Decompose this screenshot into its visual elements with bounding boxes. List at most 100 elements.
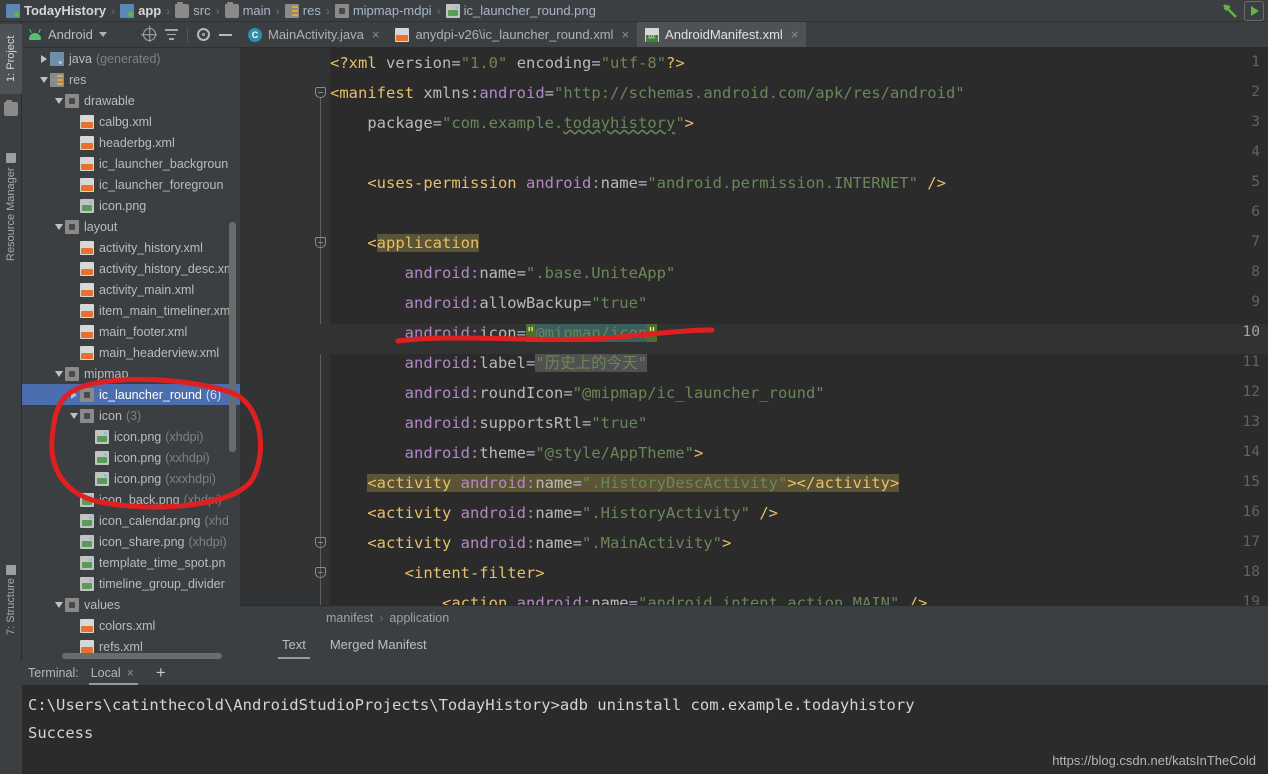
tree-horizontal-scrollbar[interactable] xyxy=(62,653,222,659)
mipmap-folder-icon xyxy=(80,387,94,402)
tree-vertical-scrollbar[interactable] xyxy=(229,222,236,452)
tree-row[interactable]: java (generated) xyxy=(22,48,240,69)
mipmap-folder-icon xyxy=(65,366,79,381)
code-line-15: <activity android:name=".HistoryDescActi… xyxy=(367,474,900,492)
target-icon[interactable] xyxy=(143,28,156,41)
gear-icon[interactable] xyxy=(197,28,210,41)
tree-item-label: activity_history_desc.xm xyxy=(99,261,235,276)
tree-row[interactable]: main_headerview.xml xyxy=(22,342,240,363)
terminal-tab-local[interactable]: Local × xyxy=(88,663,146,685)
close-icon[interactable]: × xyxy=(621,27,629,42)
breadcrumb-separator: › xyxy=(166,3,171,18)
editor-tab-androidmanifest-xml[interactable]: AndroidManifest.xml × xyxy=(637,22,807,47)
collapse-all-icon[interactable] xyxy=(165,28,178,41)
terminal-header: Terminal: Local × + xyxy=(22,661,1268,685)
tree-row[interactable]: mipmap xyxy=(22,363,240,384)
tree-row[interactable]: colors.xml xyxy=(22,615,240,636)
tree-row[interactable]: icon_share.png (xhdpi) xyxy=(22,531,240,552)
expand-arrow-icon[interactable] xyxy=(52,223,65,230)
minimize-icon[interactable] xyxy=(219,33,232,36)
tree-row[interactable]: drawable xyxy=(22,90,240,111)
xml-icon xyxy=(80,261,94,276)
png-icon xyxy=(80,534,94,549)
toolbar-right xyxy=(1220,0,1268,22)
tree-row[interactable]: activity_history.xml xyxy=(22,237,240,258)
close-icon[interactable]: × xyxy=(372,27,380,42)
breadcrumb: TodayHistory › app › src › main › res › … xyxy=(0,0,1268,22)
fold-marker[interactable] xyxy=(315,537,326,548)
breadcrumb-item-res[interactable]: res xyxy=(284,3,321,18)
code-content[interactable]: <?xml version="1.0" encoding="utf-8"?> <… xyxy=(330,48,1268,630)
tree-row[interactable]: icon (3) xyxy=(22,405,240,426)
run-button[interactable] xyxy=(1244,0,1264,21)
tree-item-label: activity_history.xml xyxy=(99,240,203,255)
tree-row[interactable]: headerbg.xml xyxy=(22,132,240,153)
code-editor[interactable]: 1 2 3 4 5 6 7 8 9 10 11 12 13 14 15 16 17 18 19 <?xml vers… xyxy=(240,48,1268,630)
tab-text[interactable]: Text xyxy=(270,631,318,659)
tree-row-selected[interactable]: ic_launcher_round (6) xyxy=(22,384,240,405)
expand-arrow-icon[interactable] xyxy=(52,97,65,104)
add-terminal-tab-icon[interactable]: + xyxy=(156,664,166,681)
tree-row[interactable]: icon.png (xxxhdpi) xyxy=(22,468,240,489)
breadcrumb-item-main[interactable]: main xyxy=(224,1,271,18)
editor-tab-anydpi-v26-ic-launcher-round-xml[interactable]: anydpi-v26\ic_launcher_round.xml × xyxy=(387,22,637,47)
tree-row[interactable]: activity_history_desc.xm xyxy=(22,258,240,279)
sidebar-item-project[interactable]: 1: Project xyxy=(0,24,22,94)
fold-marker[interactable] xyxy=(315,567,326,578)
fold-marker[interactable] xyxy=(315,87,326,98)
tree-item-qualifier: (xhdpi) xyxy=(188,534,227,549)
tree-row[interactable]: icon_back.png (xhdpi) xyxy=(22,489,240,510)
code-line-8: android:name=".base.UniteApp" xyxy=(404,264,676,282)
editor-breadcrumb-manifest[interactable]: manifest xyxy=(326,611,373,625)
tree-row[interactable]: calbg.xml xyxy=(22,111,240,132)
tree-item-label: item_main_timeliner.xm xyxy=(99,303,231,318)
editor-tab-mainactivity-java[interactable]: MainActivity.java × xyxy=(240,22,387,47)
tree-row[interactable]: template_time_spot.pn xyxy=(22,552,240,573)
tree-row[interactable]: icon.png xyxy=(22,195,240,216)
fold-marker[interactable] xyxy=(315,237,326,248)
tree-row[interactable]: icon_calendar.png (xhd xyxy=(22,510,240,531)
tab-merged-manifest[interactable]: Merged Manifest xyxy=(318,631,439,659)
tree-row[interactable]: main_footer.xml xyxy=(22,321,240,342)
tree-row[interactable]: activity_main.xml xyxy=(22,279,240,300)
editor-breadcrumb-application[interactable]: application xyxy=(389,611,449,625)
expand-arrow-icon[interactable] xyxy=(52,370,65,377)
tree-row[interactable]: values xyxy=(22,594,240,615)
tree-item-label: drawable xyxy=(84,93,135,108)
sidebar-item-structure[interactable]: 7: Structure xyxy=(0,550,22,650)
expand-arrow-icon[interactable] xyxy=(52,601,65,608)
tree-item-label: icon_calendar.png xyxy=(99,513,201,528)
tree-row[interactable]: ic_launcher_backgroun xyxy=(22,153,240,174)
breadcrumb-item-mipmap-mdpi[interactable]: mipmap-mdpi xyxy=(334,3,432,18)
breadcrumb-item-project[interactable]: TodayHistory xyxy=(6,3,106,18)
close-icon[interactable]: × xyxy=(791,27,799,42)
expand-arrow-icon[interactable] xyxy=(37,54,50,63)
tree-item-label: mipmap xyxy=(84,366,129,381)
project-view-selector-label[interactable]: Android xyxy=(48,27,93,42)
breadcrumb-separator: › xyxy=(215,3,220,18)
terminal-line-result: Success xyxy=(28,724,94,742)
tree-item-label: icon.png xyxy=(114,450,162,465)
breadcrumb-item-app[interactable]: app xyxy=(120,3,161,18)
tree-row[interactable]: icon.png (xxhdpi) xyxy=(22,447,240,468)
chevron-down-icon[interactable] xyxy=(98,32,107,37)
sidebar-item-resource-manager[interactable]: Resource Manager xyxy=(0,132,22,282)
project-file-tree[interactable]: java (generated) res drawable calbg.xml heade… xyxy=(22,48,240,661)
close-icon[interactable]: × xyxy=(127,666,134,680)
breadcrumb-item-src[interactable]: src xyxy=(175,1,211,18)
expand-arrow-icon[interactable] xyxy=(67,390,80,399)
tree-row[interactable]: icon.png (xhdpi) xyxy=(22,426,240,447)
tree-item-label: main_footer.xml xyxy=(99,324,188,339)
tree-row[interactable]: item_main_timeliner.xm xyxy=(22,300,240,321)
png-icon xyxy=(80,576,94,591)
tree-row[interactable]: layout xyxy=(22,216,240,237)
expand-arrow-icon[interactable] xyxy=(67,412,80,419)
build-hammer-icon[interactable] xyxy=(1220,1,1242,21)
tree-row[interactable]: ic_launcher_foregroun xyxy=(22,174,240,195)
tree-row[interactable]: timeline_group_divider xyxy=(22,573,240,594)
tree-item-label: layout xyxy=(84,219,118,234)
expand-arrow-icon[interactable] xyxy=(37,76,50,83)
breadcrumb-item-file[interactable]: ic_launcher_round.png xyxy=(445,3,596,18)
tree-row[interactable]: res xyxy=(22,69,240,90)
tree-item-label: ic_launcher_foregroun xyxy=(99,177,224,192)
